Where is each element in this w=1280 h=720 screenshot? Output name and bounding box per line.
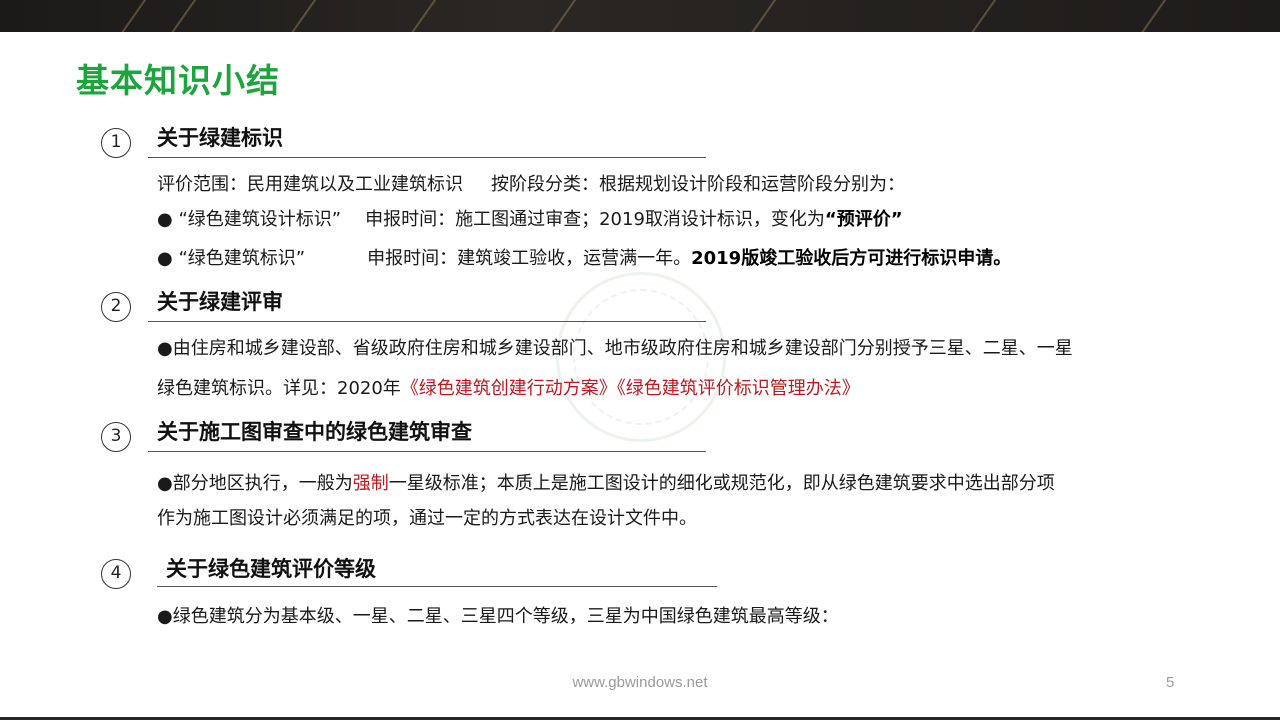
section-1-bullet-1: ● “绿色建筑设计标识” 申报时间：施工图通过审查；2019取消设计标识，变化为“… [157,205,903,231]
line-prefix: ●部分地区执行，一般为 [157,473,353,494]
section-number-3: 3 [101,422,131,452]
section-rule-4 [157,586,717,587]
section-heading-2: 关于绿建评审 [157,290,283,314]
scope-text: 评价范围：民用建筑以及工业建筑标识 [157,174,463,195]
mandatory-highlight: 强制 [352,473,389,494]
section-1-scope-line: 评价范围：民用建筑以及工业建筑标识 按阶段分类：根据规划设计阶段和运营阶段分别为： [157,170,905,196]
section-number-4: 4 [101,559,131,589]
line-suffix: 一星级标准；本质上是施工图设计的细化或规范化，即从绿色建筑要求中选出部分项 [388,473,1055,494]
bullet-dot: ● [157,248,173,269]
document-titles: 《绿色建筑创建行动方案》《绿色建筑评价标识管理办法》 [400,378,860,399]
line-prefix: 绿色建筑标识。详见：2020年 [157,378,401,399]
section-3-line-1: ●部分地区执行，一般为强制一星级标准；本质上是施工图设计的细化或规范化，即从绿色… [157,469,1055,495]
bullet-highlight: 2019版竣工验收后方可进行标识申请。 [691,248,1012,269]
footer-website: www.gbwindows.net [572,674,708,691]
section-rule-3 [148,451,706,452]
section-number-2: 2 [101,292,131,322]
section-rule-1 [148,157,706,158]
bullet-time: 申报时间：施工图通过审查；2019取消设计标识，变化为 [365,209,825,230]
bullet-label: “绿色建筑标识” [178,248,306,269]
bullet-time: 申报时间：建筑竣工验收，运营满一年。 [367,248,692,269]
stage-text: 按阶段分类：根据规划设计阶段和运营阶段分别为： [491,174,905,195]
section-heading-3: 关于施工图审查中的绿色建筑审查 [157,420,472,444]
section-2-line-2: 绿色建筑标识。详见：2020年《绿色建筑创建行动方案》《绿色建筑评价标识管理办法… [157,374,860,400]
section-number-1: 1 [101,128,131,158]
section-3-line-2: 作为施工图设计必须满足的项，通过一定的方式表达在设计文件中。 [157,508,697,529]
bullet-dot: ● [157,209,173,230]
bullet-highlight: “预评价” [824,209,903,230]
section-1-bullet-2: ● “绿色建筑标识” 申报时间：建筑竣工验收，运营满一年。2019版竣工验收后方可… [157,244,1011,270]
bullet-label: “绿色建筑设计标识” [178,209,342,230]
section-4-line-1: ●绿色建筑分为基本级、一星、二星、三星四个等级，三星为中国绿色建筑最高等级： [157,606,839,627]
slide-title: 基本知识小结 [76,61,280,100]
section-heading-4: 关于绿色建筑评价等级 [166,557,376,581]
section-2-line-1: ●由住房和城乡建设部、省级政府住房和城乡建设部门、地市级政府住房和城乡建设部门分… [157,338,1073,359]
section-rule-2 [148,321,706,322]
top-decorative-band [0,0,1280,32]
section-heading-1: 关于绿建标识 [157,126,283,150]
page-number: 5 [1166,674,1175,691]
